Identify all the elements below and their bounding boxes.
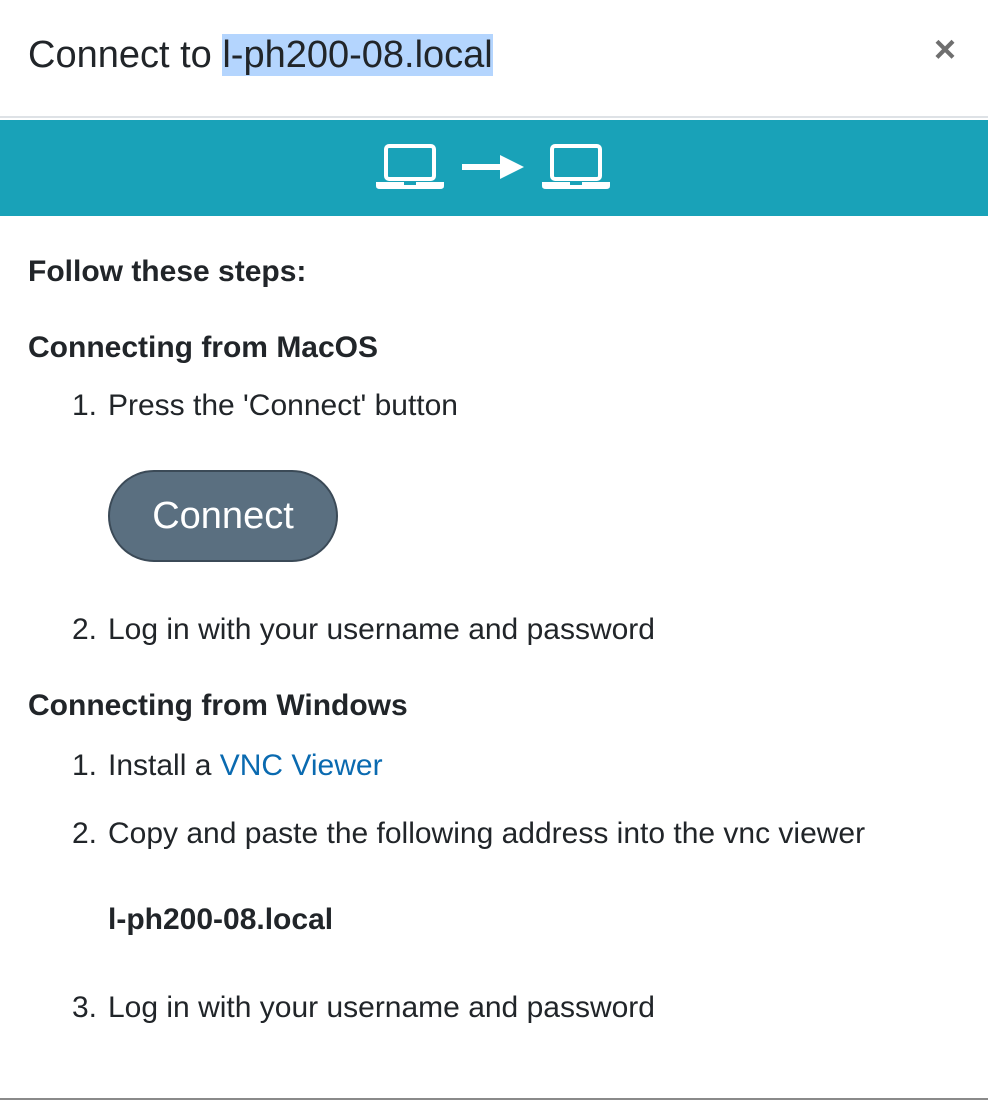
step-number: 3. [72, 991, 98, 1024]
vnc-address: l-ph200-08.local [108, 903, 334, 936]
vnc-viewer-link[interactable]: VNC Viewer [220, 749, 383, 782]
step-text: Install a [108, 749, 220, 782]
step-number: 1. [72, 749, 98, 782]
steps-heading: Follow these steps: [28, 255, 307, 288]
dialog-body: Follow these steps: Connecting from MacO… [28, 250, 960, 1024]
close-icon[interactable]: × [930, 30, 960, 70]
step-number: 2. [72, 817, 98, 850]
dialog-title-hostname: l-ph200-08.local [222, 34, 493, 76]
connection-banner [0, 120, 988, 216]
banner-graphic [376, 144, 610, 189]
step-number: 2. [72, 613, 98, 646]
macos-step-2: 2. Log in with your username and password [72, 608, 655, 652]
step-text: Log in with your username and password [108, 991, 655, 1024]
step-text: Press the 'Connect' button [108, 389, 458, 422]
macos-section-title: Connecting from MacOS [28, 331, 379, 364]
windows-step-2: 2. Copy and paste the following address i… [72, 812, 865, 856]
dialog-header: Connect to l-ph200-08.local × [0, 0, 988, 118]
connect-dialog: Connect to l-ph200-08.local × Follow the… [0, 0, 988, 1100]
laptop-icon [542, 144, 610, 189]
macos-step-1: 1. Press the 'Connect' button [72, 384, 458, 428]
connect-button[interactable]: Connect [108, 470, 338, 562]
windows-step-3: 3. Log in with your username and password [72, 986, 655, 1030]
step-text: Log in with your username and password [108, 613, 655, 646]
step-text: Copy and paste the following address int… [108, 817, 866, 850]
laptop-icon [376, 144, 444, 189]
dialog-title: Connect to l-ph200-08.local [28, 30, 493, 80]
arrow-right-icon [462, 155, 524, 179]
step-number: 1. [72, 389, 98, 422]
windows-section-title: Connecting from Windows [28, 689, 408, 722]
dialog-title-prefix: Connect to [28, 34, 223, 76]
windows-step-1: 1. Install a VNC Viewer [72, 744, 383, 788]
